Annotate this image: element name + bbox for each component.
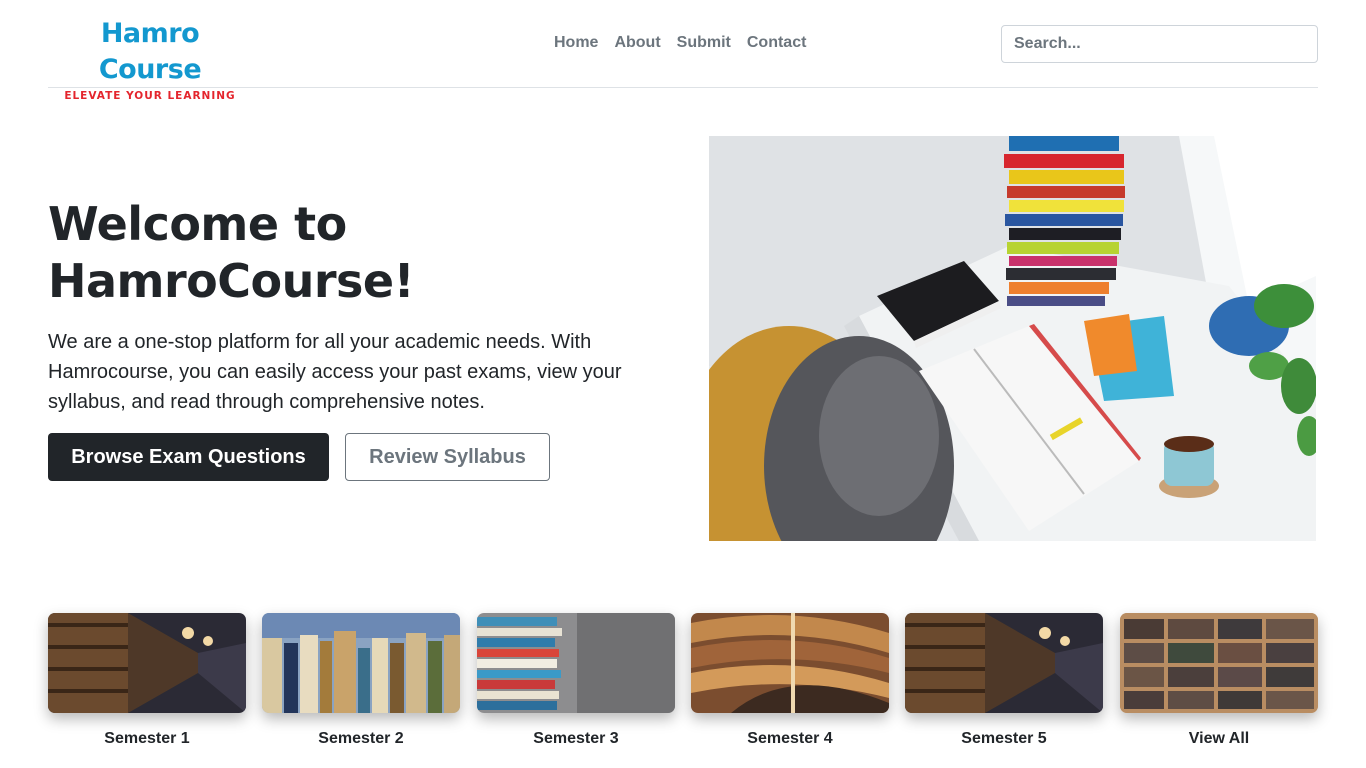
semester-card[interactable]: Semester 4 — [691, 613, 889, 748]
semester-label[interactable]: Semester 1 — [48, 730, 246, 748]
hero-image — [709, 136, 1316, 541]
nav-about[interactable]: About — [606, 30, 668, 56]
library-aisle-photo[interactable] — [905, 613, 1103, 713]
semester-card[interactable]: Semester 2 — [262, 613, 460, 748]
semester-card[interactable]: Semester 1 — [48, 613, 246, 748]
main-nav: Home About Submit Contact — [546, 30, 814, 56]
browse-exam-questions-button[interactable]: Browse Exam Questions — [48, 433, 329, 481]
review-syllabus-button[interactable]: Review Syllabus — [345, 433, 550, 481]
semester-label[interactable]: Semester 2 — [262, 730, 460, 748]
site-header: Hamro Course ELEVATE YOUR LEARNING Home … — [48, 0, 1318, 102]
wooden-bookshelf-photo[interactable] — [1120, 613, 1318, 713]
curved-library-photo[interactable] — [691, 613, 889, 713]
brand-logo[interactable]: Hamro Course ELEVATE YOUR LEARNING — [50, 16, 250, 104]
books-closeup-photo[interactable] — [262, 613, 460, 713]
search-input[interactable] — [1001, 25, 1318, 63]
library-aisle-photo[interactable] — [48, 613, 246, 713]
semester-label[interactable]: Semester 5 — [905, 730, 1103, 748]
book-stack-photo[interactable] — [477, 613, 675, 713]
hero-description: We are a one-stop platform for all your … — [48, 331, 622, 413]
semester-cards: Semester 1 Semester 2 Semester 3 Semeste… — [48, 613, 1318, 763]
brand-tagline: ELEVATE YOUR LEARNING — [64, 90, 236, 102]
nav-home[interactable]: Home — [546, 30, 606, 56]
semester-label[interactable]: Semester 3 — [477, 730, 675, 748]
nav-submit[interactable]: Submit — [669, 30, 739, 56]
semester-card[interactable]: View All — [1120, 613, 1318, 748]
semester-label[interactable]: Semester 4 — [691, 730, 889, 748]
hero-title: Welcome to HamroCourse! — [48, 197, 415, 308]
nav-contact[interactable]: Contact — [739, 30, 815, 56]
semester-card[interactable]: Semester 5 — [905, 613, 1103, 748]
semester-card[interactable]: Semester 3 — [477, 613, 675, 748]
brand-title: Hamro Course — [98, 18, 202, 85]
view-all-label[interactable]: View All — [1120, 730, 1318, 748]
